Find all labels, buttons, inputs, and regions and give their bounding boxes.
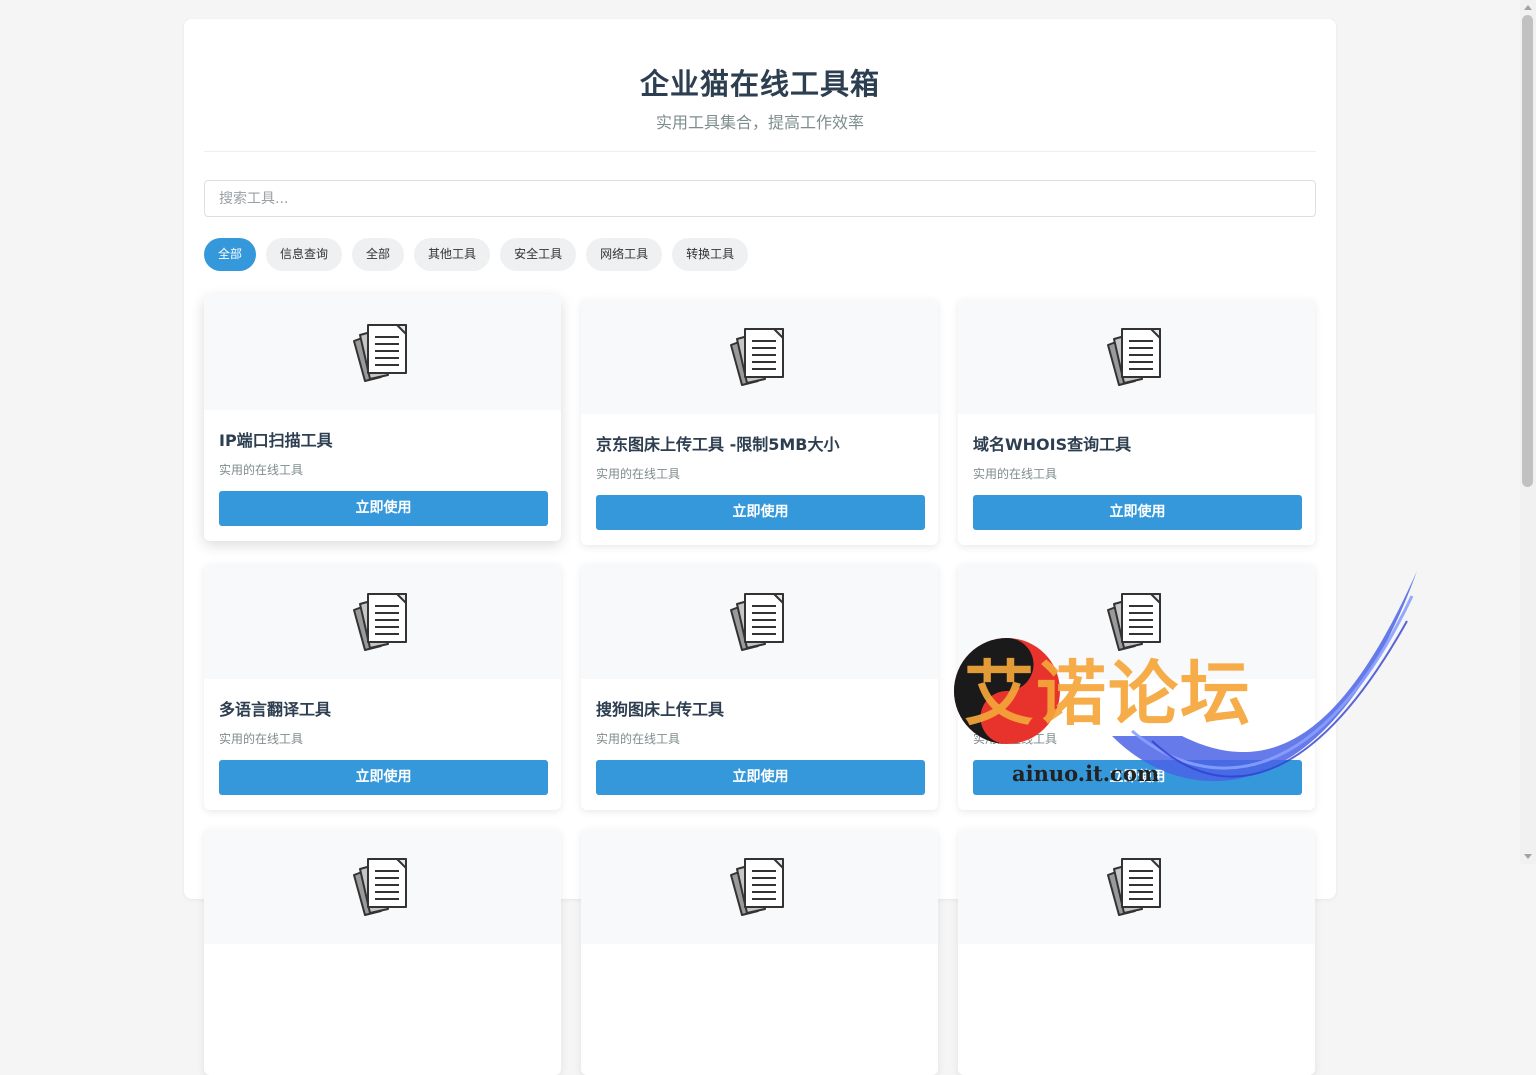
tool-card-thumbnail — [958, 299, 1315, 414]
tool-card[interactable]: 京东图床上传工具 -限制5MB大小 实用的在线工具 立即使用 — [581, 299, 938, 545]
scroll-up-arrow-icon[interactable] — [1524, 5, 1532, 10]
tool-card-description: 实用的在线工具 — [219, 732, 304, 746]
use-now-button[interactable]: 立即使用 — [973, 760, 1302, 795]
tool-card-description: 实用的在线工具 — [973, 467, 1058, 481]
use-now-button[interactable]: 立即使用 — [973, 495, 1302, 530]
scroll-down-arrow-icon[interactable] — [1524, 854, 1532, 859]
tool-card-description: 实用的在线工具 — [973, 732, 1058, 746]
use-now-button[interactable]: 立即使用 — [219, 760, 548, 795]
category-network-tools-button[interactable]: 网络工具 — [586, 238, 663, 271]
category-security-tools-button[interactable]: 安全工具 — [500, 238, 577, 271]
use-now-button[interactable]: 立即使用 — [596, 495, 925, 530]
document-stack-icon — [351, 855, 413, 917]
tool-card-thumbnail — [204, 564, 561, 679]
main-container: 企业猫在线工具箱 实用工具集合，提高工作效率 全部 信息查询 全部 其他工具 安… — [184, 19, 1336, 1075]
tool-card-description: 实用的在线工具 — [596, 732, 681, 746]
document-stack-icon — [728, 855, 790, 917]
tool-card[interactable]: 域名WHOIS查询工具 实用的在线工具 立即使用 — [958, 299, 1315, 545]
category-other-tools-button[interactable]: 其他工具 — [414, 238, 491, 271]
tool-card[interactable]: 多语言翻译工具 实用的在线工具 立即使用 — [204, 564, 561, 810]
document-stack-icon — [728, 590, 790, 652]
tool-card[interactable] — [204, 829, 561, 1075]
tool-card-title: IP端口扫描工具 — [219, 431, 333, 450]
document-stack-icon — [728, 325, 790, 387]
scrollbar-thumb[interactable] — [1522, 15, 1533, 487]
page-header: 企业猫在线工具箱 实用工具集合，提高工作效率 — [204, 19, 1316, 152]
tool-card[interactable]: IP端口扫描工具 实用的在线工具 立即使用 — [204, 295, 561, 541]
tool-card-thumbnail — [204, 829, 561, 944]
tool-card[interactable] — [958, 829, 1315, 1075]
tool-card-thumbnail — [581, 829, 938, 944]
document-stack-icon — [1105, 590, 1167, 652]
document-stack-icon — [351, 590, 413, 652]
search-input[interactable] — [204, 180, 1316, 217]
tool-card-description: 实用的在线工具 — [596, 467, 681, 481]
tool-card[interactable]: 短 实用的在线工具 立即使用 — [958, 564, 1315, 810]
category-all-button-2[interactable]: 全部 — [352, 238, 405, 271]
document-stack-icon — [1105, 855, 1167, 917]
use-now-button[interactable]: 立即使用 — [219, 491, 548, 526]
tool-card-thumbnail — [581, 299, 938, 414]
tool-card-title: 京东图床上传工具 -限制5MB大小 — [596, 435, 840, 454]
document-stack-icon — [1105, 325, 1167, 387]
tool-card-thumbnail — [958, 829, 1315, 944]
tool-card[interactable] — [581, 829, 938, 1075]
page-title: 企业猫在线工具箱 — [639, 67, 880, 101]
tool-card-thumbnail — [204, 295, 561, 410]
category-info-query-button[interactable]: 信息查询 — [266, 238, 343, 271]
tool-card-thumbnail — [581, 564, 938, 679]
category-conversion-tools-button[interactable]: 转换工具 — [672, 238, 749, 271]
use-now-button[interactable]: 立即使用 — [596, 760, 925, 795]
category-filter-bar: 全部 信息查询 全部 其他工具 安全工具 网络工具 转换工具 — [204, 238, 749, 271]
tool-card-title: 搜狗图床上传工具 — [596, 700, 725, 719]
tool-card-title: 短 — [973, 700, 990, 719]
vertical-scrollbar[interactable] — [1520, 0, 1536, 864]
tool-card-title: 域名WHOIS查询工具 — [973, 435, 1132, 454]
document-stack-icon — [351, 321, 413, 383]
tool-card-description: 实用的在线工具 — [219, 463, 304, 477]
tool-card[interactable]: 搜狗图床上传工具 实用的在线工具 立即使用 — [581, 564, 938, 810]
page-subtitle: 实用工具集合，提高工作效率 — [655, 113, 864, 132]
tool-card-title: 多语言翻译工具 — [219, 700, 332, 719]
tool-card-thumbnail — [958, 564, 1315, 679]
category-all-button[interactable]: 全部 — [204, 238, 257, 271]
